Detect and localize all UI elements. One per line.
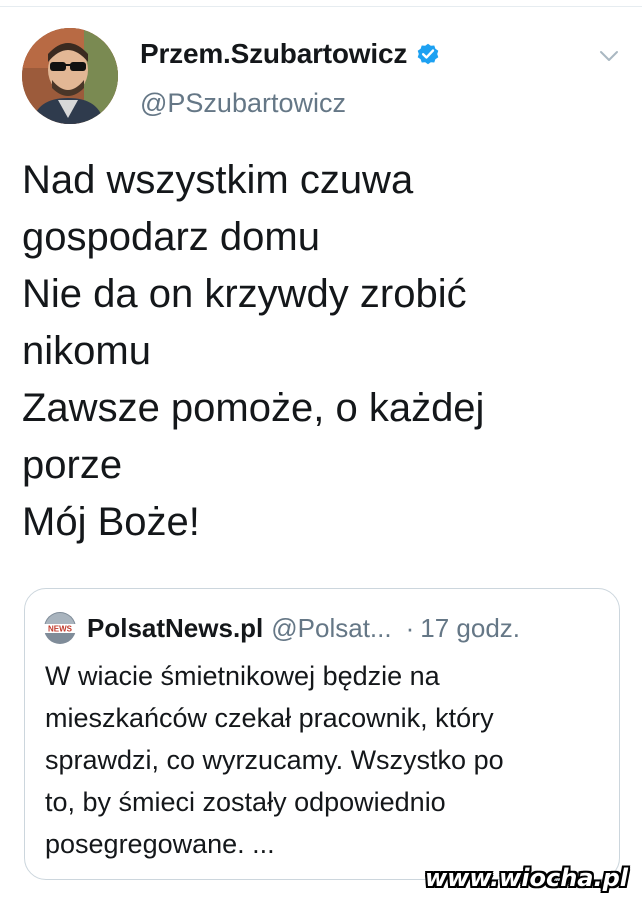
tweet-line: nikomu [22,329,151,373]
quoted-author-handle[interactable]: @Polsat... [271,613,391,644]
quoted-tweet-header: NEWS PolsatNews.pl @Polsat... · 17 godz. [43,611,520,645]
author-avatar[interactable] [22,28,118,124]
author-display-name[interactable]: Przem.Szubartowicz [140,38,407,70]
tweet-line: Nie da on krzywdy zrobić [22,272,467,316]
polsat-news-logo-icon: NEWS [43,611,77,645]
quoted-line: sprawdzi, co wyrzucamy. Wszystko po [45,745,504,775]
quoted-tweet-card[interactable]: NEWS PolsatNews.pl @Polsat... · 17 godz.… [24,588,620,880]
meta-separator: · [405,612,415,643]
tweet-line: Mój Boże! [22,500,200,544]
quoted-tweet-text: W wiacie śmietnikowej będzie na mieszkań… [45,655,605,865]
tweet-line: gospodarz domu [22,215,320,259]
quoted-line: to, by śmieci zostały odpowiednio [45,787,446,817]
quoted-line: W wiacie śmietnikowej będzie na [45,661,440,691]
verified-badge-icon [415,41,441,67]
quoted-author-name[interactable]: PolsatNews.pl [87,613,263,644]
author-handle[interactable]: @PSzubartowicz [140,88,346,119]
svg-text:NEWS: NEWS [48,625,73,634]
tweet-line: porze [22,443,123,487]
top-divider [0,6,642,7]
chevron-down-icon[interactable] [596,46,622,66]
quoted-line: posegregowane. ... [45,829,275,859]
watermark: www.wiocha.pl [424,864,628,892]
tweet-line: Nad wszystkim czuwa [22,158,414,202]
quoted-timestamp[interactable]: 17 godz. [420,613,520,644]
quoted-line: mieszkańców czekał pracownik, który [45,703,494,733]
tweet-text: Nad wszystkim czuwa gospodarz domu Nie d… [22,152,622,551]
tweet-header: Przem.Szubartowicz @PSzubartowicz [22,28,622,128]
tweet-line: Zawsze pomoże, o każdej [22,386,485,430]
